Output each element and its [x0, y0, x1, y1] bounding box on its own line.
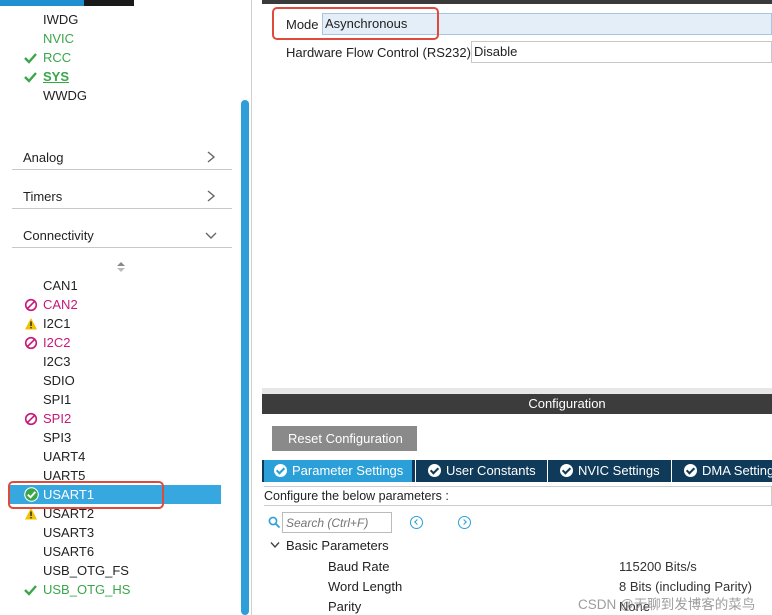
- conn-item-can2[interactable]: CAN2: [24, 295, 234, 314]
- conn-item-uart4[interactable]: UART4: [24, 447, 234, 466]
- conn-item-spi2[interactable]: SPI2: [24, 409, 234, 428]
- conn-item-can1[interactable]: CAN1: [24, 276, 234, 295]
- check-circle-icon: [428, 464, 441, 477]
- flow-control-select[interactable]: Disable: [471, 41, 772, 63]
- conn-item-usart6[interactable]: USART6: [24, 542, 234, 561]
- section-analog[interactable]: Analog: [12, 142, 232, 170]
- annotation-highlight-usart1: [8, 481, 164, 509]
- left-panel: IWDG NVIC RCC SYS WWDG Analog Timers Con…: [0, 0, 252, 615]
- chevron-right-icon: [207, 190, 216, 202]
- tab-parameter-settings[interactable]: Parameter Settings: [264, 460, 412, 482]
- tab-nvic-settings[interactable]: NVIC Settings: [550, 460, 670, 482]
- flow-control-label: Hardware Flow Control (RS232): [286, 45, 471, 60]
- sys-item-wwdg[interactable]: WWDG: [24, 87, 224, 105]
- check-circle-icon: [560, 464, 573, 477]
- configuration-header: Configuration: [262, 394, 772, 414]
- tab-categories[interactable]: [0, 0, 84, 6]
- sys-item-iwdg[interactable]: IWDG: [24, 11, 224, 29]
- mode-panel-topbar: [262, 0, 772, 4]
- annotation-highlight-mode: [272, 7, 439, 40]
- group-label: Basic Parameters: [286, 538, 389, 553]
- tab-user-constants[interactable]: User Constants: [418, 460, 546, 482]
- config-tabs: Parameter Settings User Constants NVIC S…: [262, 460, 772, 482]
- search-box: [268, 512, 394, 533]
- param-name: Baud Rate: [328, 559, 390, 574]
- tab-dma-settings[interactable]: DMA Settings: [674, 460, 772, 482]
- search-next-button[interactable]: [458, 516, 471, 529]
- left-tab-strip: [0, 0, 134, 6]
- section-connectivity[interactable]: Connectivity: [12, 220, 232, 248]
- chevron-down-icon: [270, 542, 280, 549]
- param-value[interactable]: 115200 Bits/s: [619, 559, 697, 574]
- search-previous-button[interactable]: [410, 516, 423, 529]
- blocked-icon: [24, 412, 38, 426]
- check-icon: [24, 585, 37, 596]
- conn-item-sdio[interactable]: SDIO: [24, 371, 234, 390]
- sys-item-nvic[interactable]: NVIC: [24, 30, 224, 48]
- conn-item-usb-otg-fs[interactable]: USB_OTG_FS: [24, 561, 234, 580]
- sys-item-sys[interactable]: SYS: [24, 68, 224, 86]
- mode-panel: Mode Asynchronous Hardware Flow Control …: [262, 0, 772, 388]
- sort-icon[interactable]: [116, 261, 126, 273]
- warning-icon: [25, 508, 37, 520]
- check-icon: [24, 72, 37, 83]
- section-timers[interactable]: Timers: [12, 181, 232, 209]
- chevron-down-icon: [205, 232, 217, 239]
- check-circle-icon: [684, 464, 697, 477]
- param-name: Parity: [328, 599, 362, 614]
- conn-item-usart3[interactable]: USART3: [24, 523, 234, 542]
- blocked-icon: [24, 298, 38, 312]
- check-circle-icon: [274, 464, 287, 477]
- search-input[interactable]: [282, 512, 392, 533]
- reset-configuration-button[interactable]: Reset Configuration: [272, 426, 417, 451]
- param-row[interactable]: Baud Rate: [328, 559, 389, 574]
- tab-separator: [671, 460, 672, 482]
- conn-item-i2c1[interactable]: I2C1: [24, 314, 234, 333]
- left-scrollbar[interactable]: [241, 100, 249, 615]
- conn-item-usb-otg-hs[interactable]: USB_OTG_HS: [24, 580, 234, 599]
- conn-item-i2c3[interactable]: I2C3: [24, 352, 234, 371]
- warning-icon: [25, 318, 37, 330]
- conn-item-spi1[interactable]: SPI1: [24, 390, 234, 409]
- watermark: CSDN @无聊到发博客的菜鸟: [578, 597, 756, 612]
- param-row[interactable]: Parity: [328, 599, 361, 614]
- configuration-panel: Configuration Reset Configuration Parame…: [262, 394, 772, 615]
- blocked-icon: [24, 336, 38, 350]
- tab-a-z[interactable]: [84, 0, 134, 6]
- configure-hint: Configure the below parameters :: [264, 486, 772, 506]
- chevron-right-icon: [207, 151, 216, 163]
- conn-item-spi3[interactable]: SPI3: [24, 428, 234, 447]
- tab-separator: [547, 460, 548, 482]
- tab-separator: [415, 460, 416, 482]
- param-row[interactable]: Word Length: [328, 579, 402, 594]
- param-name: Word Length: [328, 579, 403, 594]
- sys-item-rcc[interactable]: RCC: [24, 49, 224, 67]
- check-icon: [24, 53, 37, 64]
- param-value[interactable]: 8 Bits (including Parity): [619, 579, 752, 594]
- conn-item-i2c2[interactable]: I2C2: [24, 333, 234, 352]
- search-icon: [268, 516, 281, 529]
